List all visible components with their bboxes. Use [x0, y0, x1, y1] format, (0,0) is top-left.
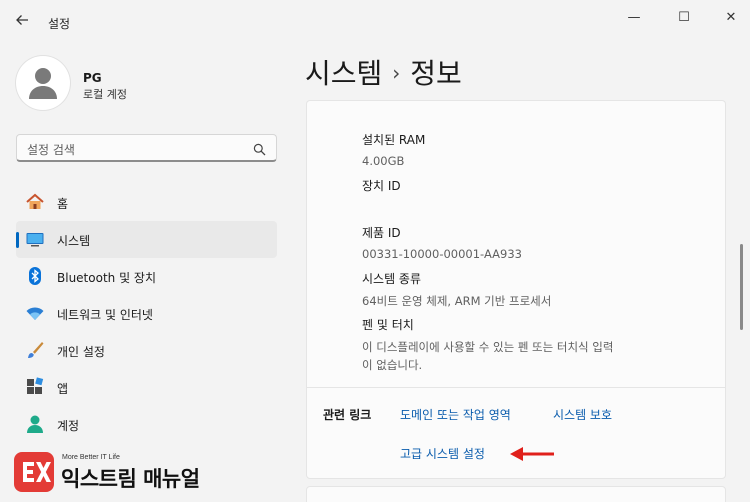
- apps-icon: [25, 377, 45, 397]
- sidebar-nav: 홈 시스템 Bluetooth 및 장치 네트워크 및 인터넷 개인 설정 앱: [16, 184, 277, 443]
- home-icon: [25, 192, 45, 212]
- account-icon: [25, 414, 45, 434]
- pen-touch-value: 이 디스플레이에 사용할 수 있는 펜 또는 터치식 입력: [362, 340, 614, 354]
- account-type: 로컬 계정: [83, 88, 127, 101]
- pen-touch-value-cont: 이 없습니다.: [362, 358, 423, 372]
- sidebar-item-label: 계정: [57, 419, 80, 433]
- app-title: 설정: [48, 17, 71, 31]
- watermark-logo: More Better IT Life 익스트림 매뉴얼: [14, 452, 224, 496]
- brand-name: 익스트림 매뉴얼: [61, 467, 200, 491]
- related-links-card: 관련 링크 도메인 또는 작업 영역 시스템 보호 고급 시스템 설정: [306, 387, 726, 479]
- sidebar-item-label: 시스템: [57, 234, 91, 248]
- sidebar-item-system[interactable]: 시스템: [16, 221, 277, 258]
- active-indicator: [16, 232, 19, 248]
- ram-label: 설치된 RAM: [362, 133, 426, 147]
- sidebar-item-network[interactable]: 네트워크 및 인터넷: [16, 295, 277, 332]
- next-card: [306, 486, 726, 502]
- sidebar-item-label: 앱: [57, 382, 69, 396]
- sidebar-item-label: 개인 설정: [57, 345, 105, 359]
- sidebar-item-personalization[interactable]: 개인 설정: [16, 332, 277, 369]
- maximize-button[interactable]: ☐: [670, 8, 698, 28]
- sidebar-item-bluetooth[interactable]: Bluetooth 및 장치: [16, 258, 277, 295]
- sidebar-item-apps[interactable]: 앱: [16, 369, 277, 406]
- search-icon[interactable]: [253, 141, 266, 160]
- device-specs-card: 설치된 RAM 4.00GB 장치 ID 제품 ID 00331-10000-0…: [306, 100, 726, 387]
- advanced-system-settings-link[interactable]: 고급 시스템 설정: [400, 445, 485, 462]
- device-id-label: 장치 ID: [362, 179, 401, 193]
- system-type-value: 64비트 운영 체제, ARM 기반 프로세서: [362, 294, 552, 308]
- sidebar-item-home[interactable]: 홈: [16, 184, 277, 221]
- system-protection-link[interactable]: 시스템 보호: [553, 406, 612, 423]
- sidebar-item-label: 홈: [57, 197, 69, 211]
- avatar[interactable]: [16, 56, 70, 110]
- page-title: 정보: [410, 57, 462, 90]
- scrollbar[interactable]: [740, 244, 743, 330]
- profile-name: PG: [83, 71, 102, 85]
- brand-tagline: More Better IT Life: [62, 454, 120, 461]
- sidebar-item-accounts[interactable]: 계정: [16, 406, 277, 443]
- domain-workgroup-link[interactable]: 도메인 또는 작업 영역: [400, 406, 511, 423]
- sidebar-item-label: 네트워크 및 인터넷: [57, 308, 153, 322]
- brush-icon: [25, 340, 45, 360]
- sidebar-item-label: Bluetooth 및 장치: [57, 271, 157, 285]
- pen-touch-label: 펜 및 터치: [362, 318, 414, 332]
- wifi-icon: [25, 303, 45, 323]
- bluetooth-icon: [25, 266, 45, 286]
- product-id-label: 제품 ID: [362, 226, 401, 240]
- system-type-label: 시스템 종류: [362, 272, 422, 286]
- chevron-right-icon: ›: [392, 61, 401, 85]
- ram-value: 4.00GB: [362, 154, 405, 168]
- annotation-arrow-icon: [510, 447, 554, 461]
- search-placeholder: 설정 검색: [27, 143, 75, 157]
- minimize-button[interactable]: —: [620, 8, 648, 28]
- close-button[interactable]: ✕: [717, 8, 745, 28]
- product-id-value: 00331-10000-00001-AA933: [362, 247, 522, 261]
- back-arrow-icon[interactable]: [14, 12, 32, 30]
- search-input[interactable]: 설정 검색: [16, 134, 277, 162]
- breadcrumb-parent[interactable]: 시스템: [305, 57, 382, 90]
- user-silhouette-icon: [29, 68, 57, 99]
- brand-logo-icon: [14, 452, 54, 492]
- related-links-title: 관련 링크: [323, 408, 372, 422]
- system-display-icon: [25, 229, 45, 249]
- title-bar: 설정 — ☐ ✕: [0, 0, 750, 40]
- breadcrumb: 시스템 › 정보: [305, 52, 462, 92]
